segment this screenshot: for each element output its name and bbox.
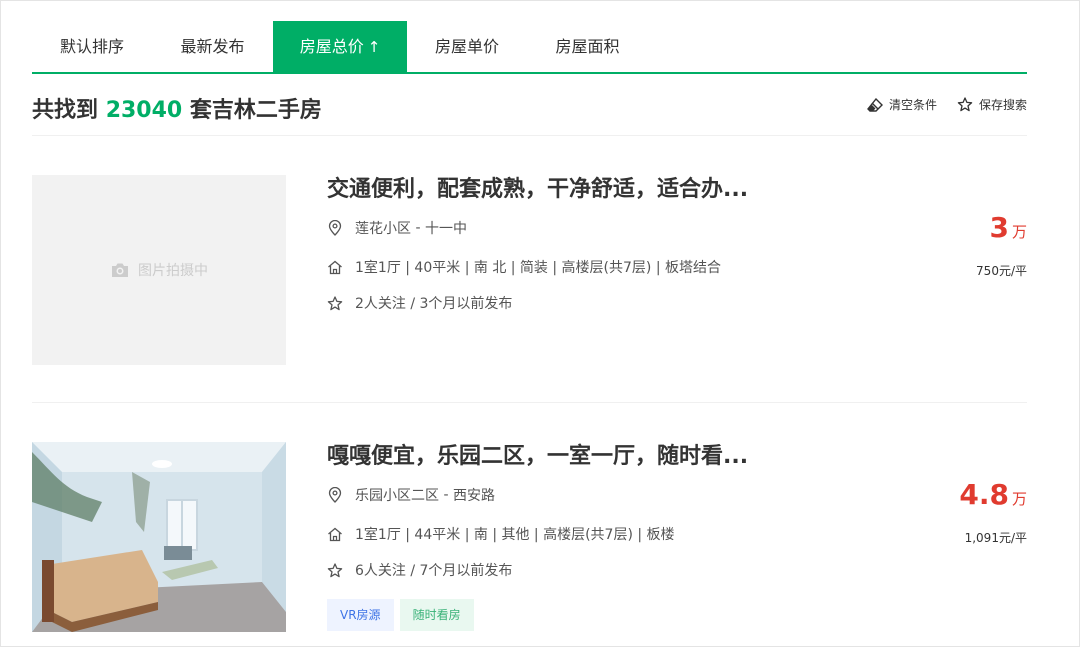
- listing-title[interactable]: 嘎嘎便宜，乐园二区，一室一厅，随时看...: [327, 442, 847, 472]
- listing-location: 莲花小区 - 十一中: [327, 218, 467, 238]
- listing-details: 1室1厅 | 40平米 | 南 北 | 简装 | 高楼层(共7层) | 板塔结合: [327, 257, 721, 277]
- total-price: 4.8 万: [959, 478, 1027, 511]
- community-link[interactable]: 乐园小区二区: [355, 485, 439, 505]
- vr-tag: VR房源: [327, 599, 394, 631]
- listing-thumbnail[interactable]: 图片拍摄中: [32, 175, 286, 365]
- anytime-viewing-tag: 随时看房: [399, 599, 474, 631]
- price-unit: 万: [1011, 223, 1027, 241]
- listing-info: 嘎嘎便宜，乐园二区，一室一厅，随时看... 乐园小区二区 - 西安路 1室1厅 …: [327, 442, 847, 631]
- area-link[interactable]: 十一中: [425, 218, 467, 238]
- sort-tabs: 默认排序 最新发布 房屋总价 ↑ 房屋单价 房屋面积: [32, 21, 1027, 74]
- listing-card: 嘎嘎便宜，乐园二区，一室一厅，随时看... 乐园小区二区 - 西安路 1室1厅 …: [32, 442, 1027, 647]
- tab-total-price[interactable]: 房屋总价 ↑: [273, 21, 407, 72]
- community-link[interactable]: 莲花小区: [355, 218, 411, 238]
- price-value: 4.8: [959, 478, 1009, 511]
- listing-card: 图片拍摄中 交通便利，配套成熟，干净舒适，适合办... 莲花小区 - 十一中 1…: [32, 175, 1027, 403]
- result-count: 23040: [105, 98, 183, 123]
- tab-default-sort[interactable]: 默认排序: [32, 21, 152, 72]
- follow-text: 6人关注 / 7个月以前发布: [355, 563, 513, 579]
- listing-title[interactable]: 交通便利，配套成熟，干净舒适，适合办...: [327, 175, 847, 205]
- star-icon: [327, 562, 343, 578]
- tab-unit-price[interactable]: 房屋单价: [407, 21, 527, 72]
- placeholder-text: 图片拍摄中: [138, 263, 208, 279]
- tab-label: 房屋单价: [434, 37, 499, 56]
- house-icon: [327, 259, 343, 275]
- tab-latest[interactable]: 最新发布: [152, 21, 273, 72]
- save-search-label: 保存搜索: [978, 98, 1027, 112]
- save-search-button[interactable]: 保存搜索: [957, 96, 1027, 113]
- listing-follow: 6人关注 / 7个月以前发布: [327, 560, 512, 580]
- search-actions: 清空条件 保存搜索: [867, 96, 1027, 113]
- result-count-title: 共找到 23040 套吉林二手房: [32, 92, 322, 124]
- location-separator: -: [439, 487, 453, 503]
- clear-filters-label: 清空条件: [888, 98, 937, 112]
- eraser-icon: [867, 97, 883, 112]
- details-text: 1室1厅 | 40平米 | 南 北 | 简装 | 高楼层(共7层) | 板塔结合: [355, 260, 721, 276]
- area-link[interactable]: 西安路: [453, 485, 495, 505]
- price-value: 3: [989, 211, 1009, 244]
- tab-label: 最新发布: [180, 37, 245, 56]
- listing-location: 乐园小区二区 - 西安路: [327, 485, 495, 505]
- location-pin-icon: [327, 487, 343, 503]
- house-icon: [327, 526, 343, 542]
- clear-filters-button[interactable]: 清空条件: [867, 96, 937, 113]
- tab-area[interactable]: 房屋面积: [527, 21, 648, 72]
- image-placeholder: 图片拍摄中: [32, 175, 286, 365]
- details-text: 1室1厅 | 44平米 | 南 | 其他 | 高楼层(共7层) | 板楼: [355, 527, 675, 543]
- follow-text: 2人关注 / 3个月以前发布: [355, 296, 513, 312]
- result-prefix: 共找到: [32, 98, 99, 123]
- tab-label: 默认排序: [59, 37, 124, 56]
- listing-tags: VR房源 随时看房: [327, 599, 480, 631]
- price-unit: 万: [1011, 490, 1027, 508]
- location-pin-icon: [327, 220, 343, 236]
- star-icon: [327, 295, 343, 311]
- tab-label: 房屋总价: [299, 37, 364, 56]
- unit-price: 750元/平: [976, 264, 1027, 278]
- listing-details: 1室1厅 | 44平米 | 南 | 其他 | 高楼层(共7层) | 板楼: [327, 524, 675, 544]
- tab-label: 房屋面积: [555, 37, 620, 56]
- sort-arrow-up-icon: ↑: [367, 38, 381, 56]
- camera-icon: [112, 263, 128, 277]
- listing-info: 交通便利，配套成熟，干净舒适，适合办... 莲花小区 - 十一中 1室1厅 | …: [327, 175, 847, 312]
- result-suffix: 套吉林二手房: [189, 98, 322, 123]
- star-icon: [957, 97, 973, 112]
- listing-follow: 2人关注 / 3个月以前发布: [327, 293, 512, 313]
- room-photo: [32, 442, 286, 632]
- listing-thumbnail[interactable]: [32, 442, 286, 632]
- result-bar: 共找到 23040 套吉林二手房 清空条件 保存搜索: [32, 86, 1027, 136]
- location-separator: -: [411, 220, 425, 236]
- total-price: 3万: [990, 211, 1028, 244]
- unit-price: 1,091元/平: [964, 531, 1027, 545]
